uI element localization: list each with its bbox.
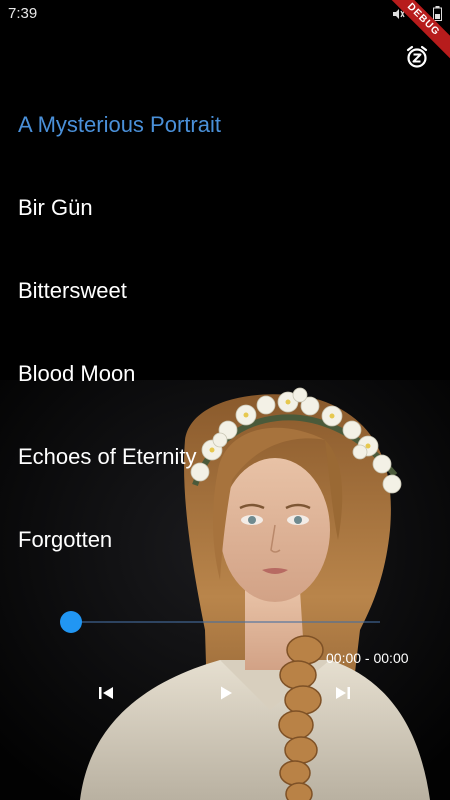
status-time: 7:39: [8, 5, 38, 22]
skip-previous-icon: [99, 687, 113, 699]
song-list: A Mysterious Portrait Bir Gün Bittersweet B…: [0, 83, 450, 581]
time-readout: 00:00 - 00:00: [326, 650, 409, 666]
skip-next-button[interactable]: [326, 676, 360, 710]
song-title: Bir Gün: [18, 194, 93, 220]
skip-previous-button[interactable]: [89, 676, 123, 710]
sleep-timer-button[interactable]: [404, 44, 430, 70]
song-item[interactable]: Bir Gün: [0, 166, 450, 249]
song-item[interactable]: Blood Moon: [0, 332, 450, 415]
seek-thumb[interactable]: [60, 611, 82, 633]
status-bar: 7:39 DEBUG: [0, 0, 450, 65]
song-title: Bittersweet: [18, 277, 127, 303]
song-item[interactable]: A Mysterious Portrait: [0, 83, 450, 166]
song-item[interactable]: Forgotten: [0, 498, 450, 581]
song-title: Blood Moon: [18, 360, 136, 386]
song-item[interactable]: Bittersweet: [0, 249, 450, 332]
play-icon: [221, 686, 232, 700]
song-title: Echoes of Eternity: [18, 443, 197, 469]
song-item[interactable]: Echoes of Eternity: [0, 415, 450, 498]
seek-bar[interactable]: [60, 610, 380, 634]
playback-controls: [0, 676, 450, 710]
song-title: A Mysterious Portrait: [18, 111, 221, 137]
sleep-timer-icon: [406, 45, 428, 68]
skip-next-icon: [336, 687, 350, 699]
play-button[interactable]: [209, 676, 243, 710]
seek-track[interactable]: [70, 621, 380, 623]
song-title: Forgotten: [18, 526, 113, 552]
